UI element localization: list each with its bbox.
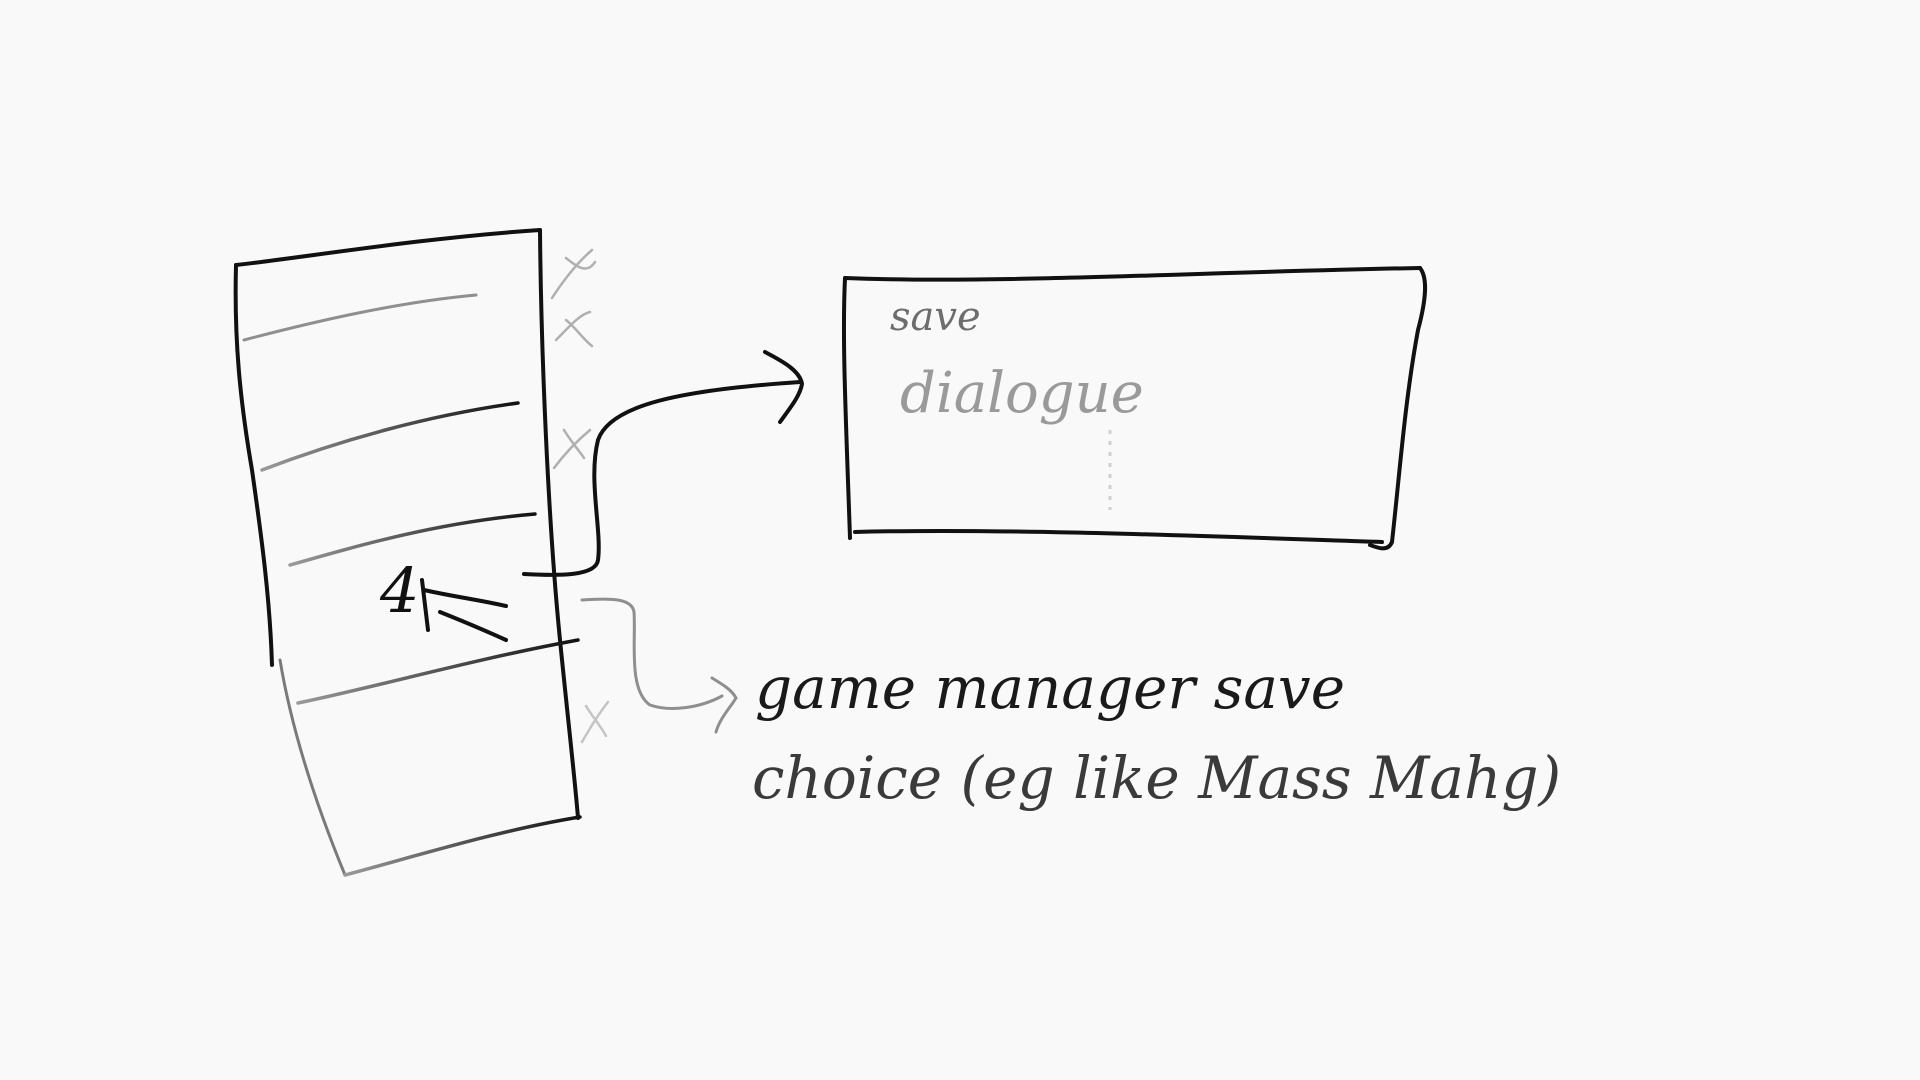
open-dialog-arrow — [522, 380, 802, 577]
annotation-connector — [580, 597, 724, 710]
delete-slot-icon — [580, 700, 610, 744]
annotation-line-2: choice (eg like Mass Mahg) — [752, 744, 1561, 812]
dialog-label-line-1: save — [890, 294, 981, 340]
save-slot-row-divider — [296, 638, 580, 705]
list-panel-left-edge — [233, 263, 274, 667]
save-slot-row-divider — [260, 401, 520, 472]
save-slot-row-divider — [242, 293, 478, 342]
selected-slot-pointer-icon — [420, 578, 508, 642]
arrow-head-icon — [763, 350, 805, 424]
annotation-arrow-head-icon — [710, 676, 738, 734]
sketch-canvas: 4 save dialogue game manager save choice… — [233, 228, 1561, 877]
delete-slot-icon — [552, 428, 592, 470]
selected-slot-label: 4 — [379, 554, 419, 627]
list-panel-left-edge-lower — [278, 658, 347, 877]
dialog-left-edge — [841, 276, 852, 540]
delete-slot-icon — [550, 248, 597, 300]
list-panel-top-edge — [234, 228, 542, 267]
list-panel-bottom-edge — [343, 815, 582, 877]
save-slot-list-panel — [233, 228, 610, 877]
dialog-right-edge — [1368, 266, 1428, 551]
list-panel-right-edge — [538, 228, 580, 820]
dialog-bottom-edge — [853, 528, 1384, 544]
dialog-top-edge — [843, 266, 1422, 282]
annotation-line-1: game manager save — [755, 654, 1345, 722]
delete-slot-icon — [554, 310, 594, 348]
dialog-label-line-2: dialogue — [900, 361, 1144, 426]
